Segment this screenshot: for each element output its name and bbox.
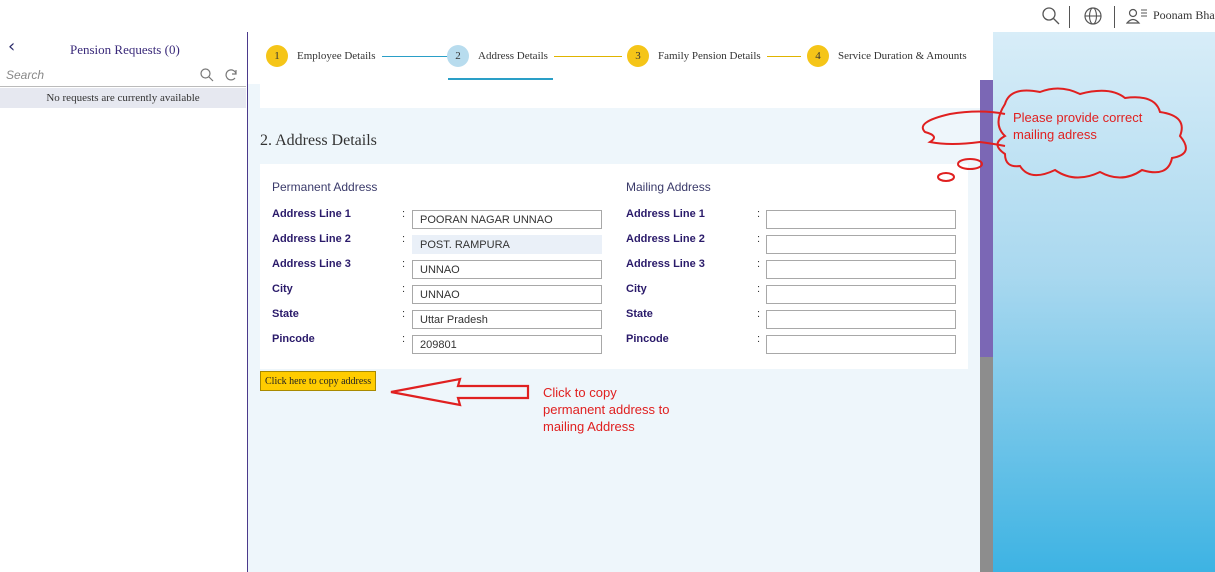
address-card: Permanent Address Mailing Address Addres… xyxy=(260,164,968,369)
field-label: Address Line 1 xyxy=(272,208,351,220)
perm-city-input[interactable]: UNNAO xyxy=(412,285,602,304)
colon: : xyxy=(757,308,761,320)
step-label: Address Details xyxy=(478,50,548,62)
mail-state-input[interactable] xyxy=(766,310,956,329)
field-label: Address Line 3 xyxy=(272,258,351,270)
step-address-details[interactable]: 2 Address Details xyxy=(447,44,622,68)
step-connector xyxy=(381,55,452,57)
colon: : xyxy=(402,258,406,270)
search-input[interactable]: Search xyxy=(6,68,44,82)
annotation-line: Click to copy xyxy=(543,385,617,400)
colon: : xyxy=(402,333,406,345)
field-label: State xyxy=(272,308,299,320)
colon: : xyxy=(757,333,761,345)
empty-message: No requests are currently available xyxy=(0,88,246,108)
refresh-icon[interactable] xyxy=(223,67,239,83)
field-label: City xyxy=(272,283,293,295)
annotation-line: mailing Address xyxy=(543,419,635,434)
field-label: Address Line 3 xyxy=(626,258,705,270)
colon: : xyxy=(402,233,406,245)
pension-requests-panel: ‹ Pension Requests (0) Search No request… xyxy=(0,32,248,572)
field-label: Pincode xyxy=(272,333,315,345)
divider xyxy=(1114,6,1115,28)
perm-address-line-1-input[interactable]: POORAN NAGAR UNNAO xyxy=(412,210,602,229)
colon: : xyxy=(402,308,406,320)
top-bar: Poonam Bhart xyxy=(0,0,1215,32)
field-label: Address Line 2 xyxy=(626,233,705,245)
annotation-line: mailing adress xyxy=(1013,127,1097,142)
step-label: Employee Details xyxy=(297,50,376,62)
colon: : xyxy=(757,208,761,220)
step-employee-details[interactable]: 1 Employee Details xyxy=(266,44,452,68)
annotation-cloud-text: Please provide correct mailing adress xyxy=(1013,109,1142,143)
step-number: 1 xyxy=(266,45,288,67)
active-step-indicator xyxy=(448,78,553,80)
user-menu-icon[interactable] xyxy=(1125,6,1148,31)
annotation-arrow xyxy=(390,377,530,407)
perm-address-line-3-input[interactable]: UNNAO xyxy=(412,260,602,279)
panel-title: Pension Requests (0) xyxy=(70,42,180,57)
step-number: 2 xyxy=(447,45,469,67)
step-label: Service Duration & Amounts xyxy=(838,50,967,62)
mail-pincode-input[interactable] xyxy=(766,335,956,354)
field-label: State xyxy=(626,308,653,320)
perm-pincode-input[interactable]: 209801 xyxy=(412,335,602,354)
permanent-address-heading: Permanent Address xyxy=(272,180,378,194)
stepper: 1 Employee Details 2 Address Details 3 F… xyxy=(248,32,980,84)
mail-address-line-2-input[interactable] xyxy=(766,235,956,254)
search-icon[interactable] xyxy=(1041,6,1061,31)
annotation-line: Please provide correct xyxy=(1013,110,1143,125)
step-label: Family Pension Details xyxy=(658,50,761,62)
search-bar[interactable]: Search xyxy=(0,66,246,87)
section-title: 2. Address Details xyxy=(260,132,377,149)
step-family-pension-details[interactable]: 3 Family Pension Details xyxy=(627,44,801,68)
mailing-address-heading: Mailing Address xyxy=(626,180,711,194)
colon: : xyxy=(757,283,761,295)
field-label: Address Line 1 xyxy=(626,208,705,220)
mail-city-input[interactable] xyxy=(766,285,956,304)
mail-address-line-3-input[interactable] xyxy=(766,260,956,279)
content-band xyxy=(260,84,980,108)
annotation-arrow-text: Click to copy permanent address to maili… xyxy=(543,384,669,435)
field-label: Address Line 2 xyxy=(272,233,351,245)
user-name[interactable]: Poonam Bhart xyxy=(1153,8,1215,23)
colon: : xyxy=(757,258,761,270)
main-content: 1 Employee Details 2 Address Details 3 F… xyxy=(248,32,980,572)
annotation-line: permanent address to xyxy=(543,402,670,417)
colon: : xyxy=(402,208,406,220)
field-label: Pincode xyxy=(626,333,669,345)
mail-address-line-1-input[interactable] xyxy=(766,210,956,229)
search-icon[interactable] xyxy=(199,67,215,83)
back-chevron-icon[interactable]: ‹ xyxy=(8,38,15,56)
step-service-duration-amounts[interactable]: 4 Service Duration & Amounts xyxy=(807,44,967,68)
colon: : xyxy=(757,233,761,245)
step-connector xyxy=(766,55,801,57)
step-number: 3 xyxy=(627,45,649,67)
divider xyxy=(1069,6,1070,28)
globe-icon[interactable] xyxy=(1083,6,1103,31)
perm-address-line-2-input[interactable]: POST. RAMPURA xyxy=(412,235,602,254)
perm-state-input[interactable]: Uttar Pradesh xyxy=(412,310,602,329)
step-connector xyxy=(553,55,622,57)
copy-address-button[interactable]: Click here to copy address xyxy=(260,371,377,391)
field-label: City xyxy=(626,283,647,295)
colon: : xyxy=(402,283,406,295)
step-number: 4 xyxy=(807,45,829,67)
